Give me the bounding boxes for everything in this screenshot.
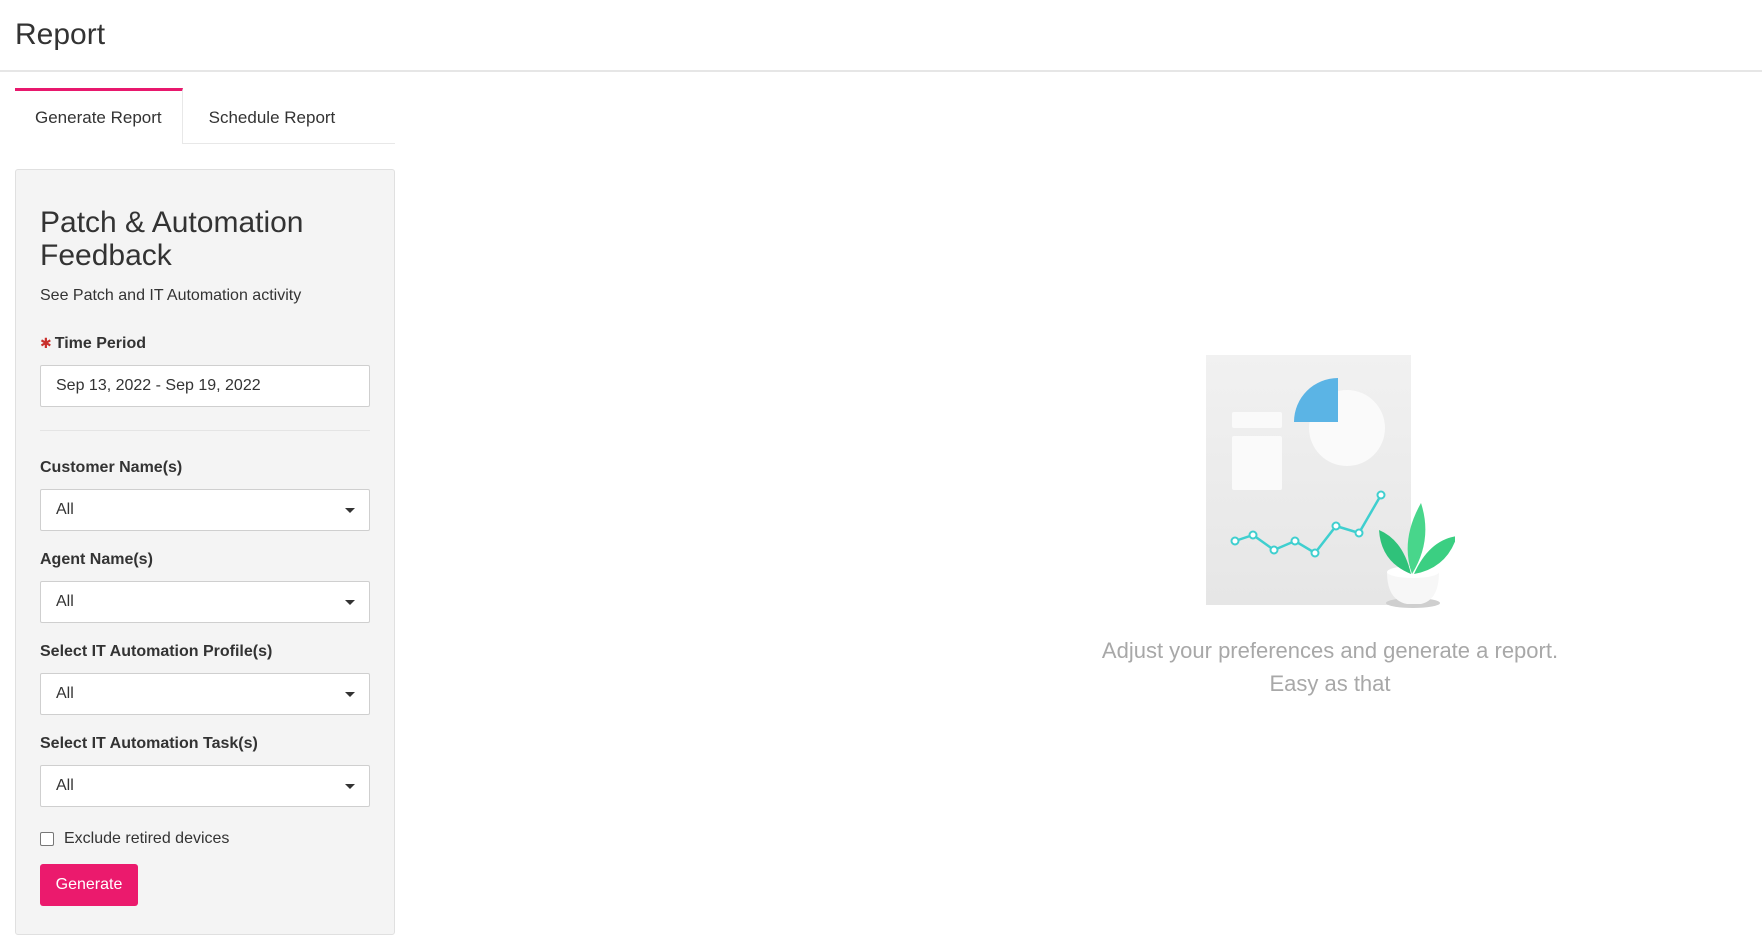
page-title: Report <box>15 18 106 51</box>
agent-name-value: All <box>56 593 74 610</box>
generate-button[interactable]: Generate <box>40 864 138 906</box>
report-options-panel: Patch & Automation Feedback See Patch an… <box>15 169 395 935</box>
automation-task-value: All <box>56 777 74 794</box>
required-icon: ✱ <box>40 335 52 351</box>
automation-profile-select[interactable]: All <box>40 673 370 715</box>
time-period-label: ✱ Time Period <box>40 335 146 353</box>
customer-name-label: Customer Name(s) <box>40 459 183 476</box>
customer-name-select[interactable]: All <box>40 489 370 531</box>
tab-generate-report[interactable]: Generate Report <box>15 88 183 144</box>
report-title: Patch & Automation Feedback <box>40 206 304 272</box>
automation-profile-label: Select IT Automation Profile(s) <box>40 643 273 660</box>
report-description: See Patch and IT Automation activity <box>40 287 302 304</box>
tab-schedule-report[interactable]: Schedule Report <box>183 88 356 144</box>
time-period-label-text: Time Period <box>54 335 147 352</box>
empty-state-line-2: Easy as that <box>1269 671 1391 696</box>
empty-state-line-1: Adjust your preferences and generate a r… <box>1101 638 1559 663</box>
time-period-input[interactable]: Sep 13, 2022 - Sep 19, 2022 <box>40 365 370 407</box>
automation-task-select[interactable]: All <box>40 765 370 807</box>
chevron-down-icon <box>345 600 355 605</box>
empty-state-message: Adjust your preferences and generate a r… <box>1030 634 1630 700</box>
customer-name-value: All <box>56 501 74 518</box>
chevron-down-icon <box>345 508 355 513</box>
chevron-down-icon <box>345 692 355 697</box>
exclude-retired-checkbox[interactable] <box>40 832 54 846</box>
automation-task-label: Select IT Automation Task(s) <box>40 735 258 752</box>
exclude-retired-row: Exclude retired devices <box>40 830 229 848</box>
chevron-down-icon <box>345 784 355 789</box>
report-illustration-icon <box>1195 350 1457 610</box>
report-tabs: Generate Report Schedule Report <box>15 88 395 144</box>
automation-profile-value: All <box>56 685 74 702</box>
divider <box>40 430 370 431</box>
exclude-retired-label: Exclude retired devices <box>64 830 230 847</box>
page-header: Report <box>0 0 1762 72</box>
agent-name-label: Agent Name(s) <box>40 551 153 568</box>
agent-name-select[interactable]: All <box>40 581 370 623</box>
